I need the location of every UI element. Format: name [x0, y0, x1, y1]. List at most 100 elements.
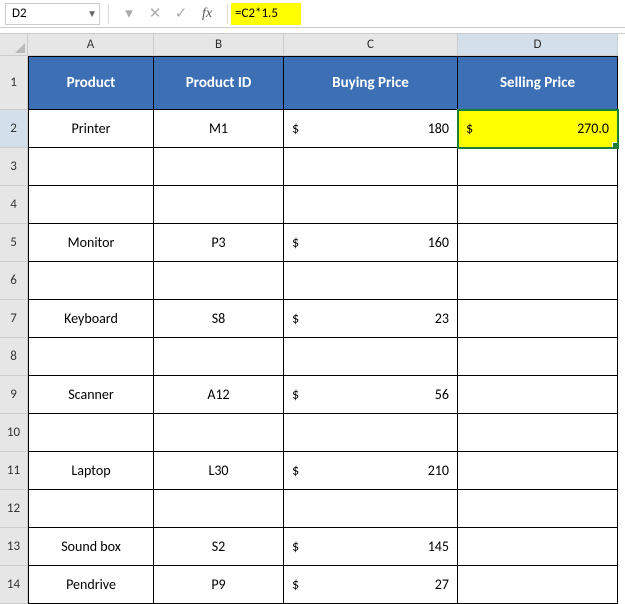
column-headers: A B C D	[28, 34, 618, 56]
row-header-6[interactable]: 6	[0, 262, 28, 300]
chevron-down-icon[interactable]: ▼	[87, 7, 97, 20]
cell-A4[interactable]	[28, 186, 154, 224]
row-header-11[interactable]: 11	[0, 452, 28, 490]
money-value: $23	[292, 310, 449, 327]
cell-B6[interactable]	[154, 262, 284, 300]
cell-B13[interactable]: S2	[154, 528, 284, 566]
cell-A3[interactable]	[28, 148, 154, 186]
cell-D3[interactable]	[458, 148, 618, 186]
col-header-C[interactable]: C	[284, 34, 458, 56]
cell-D2[interactable]: $270.0	[458, 110, 618, 148]
money-value: $210	[292, 462, 449, 479]
money-value: $160	[292, 234, 449, 251]
row-header-4[interactable]: 4	[0, 186, 28, 224]
cancel-icon[interactable]: ✕	[146, 4, 164, 23]
money-value: $270.0	[466, 120, 609, 137]
cell-D9[interactable]	[458, 376, 618, 414]
cell-D4[interactable]	[458, 186, 618, 224]
cell-A11[interactable]: Laptop	[28, 452, 154, 490]
row-header-3[interactable]: 3	[0, 148, 28, 186]
cell-C11[interactable]: $210	[284, 452, 458, 490]
row-headers: 1 234567891011121314	[0, 56, 28, 604]
cell-C8[interactable]	[284, 338, 458, 376]
cell-D14[interactable]	[458, 566, 618, 604]
cell-A5[interactable]: Monitor	[28, 224, 154, 262]
cell-D10[interactable]	[458, 414, 618, 452]
cell-A7[interactable]: Keyboard	[28, 300, 154, 338]
cell-D11[interactable]	[458, 452, 618, 490]
cell-B9[interactable]: A12	[154, 376, 284, 414]
cell-C12[interactable]	[284, 490, 458, 528]
cells-area: Product Product ID Buying Price Selling …	[28, 56, 618, 604]
cell-C14[interactable]: $27	[284, 566, 458, 604]
cell-A14[interactable]: Pendrive	[28, 566, 154, 604]
cell-B1[interactable]: Product ID	[154, 56, 284, 110]
header-label: Product	[67, 74, 116, 92]
cell-C9[interactable]: $56	[284, 376, 458, 414]
header-label: Buying Price	[332, 74, 409, 92]
cell-B2[interactable]: M1	[154, 110, 284, 148]
formula-bar-icons: ▾ ✕ ✓ fx	[112, 4, 224, 23]
row-header-2[interactable]: 2	[0, 110, 28, 148]
row-header-12[interactable]: 12	[0, 490, 28, 528]
table-row: ScannerA12$56	[28, 376, 618, 414]
col-header-D[interactable]: D	[458, 34, 618, 56]
table-row	[28, 338, 618, 376]
cell-A12[interactable]	[28, 490, 154, 528]
cell-A10[interactable]	[28, 414, 154, 452]
cell-D7[interactable]	[458, 300, 618, 338]
row-header-13[interactable]: 13	[0, 528, 28, 566]
cell-B11[interactable]: L30	[154, 452, 284, 490]
header-row: Product Product ID Buying Price Selling …	[28, 56, 618, 110]
formula-text: =C2*1.5	[235, 6, 278, 21]
chevron-down-icon[interactable]: ▾	[120, 4, 138, 23]
fx-icon[interactable]: fx	[198, 6, 216, 22]
cell-C10[interactable]	[284, 414, 458, 452]
table-row: PendriveP9$27	[28, 566, 618, 604]
cell-D1[interactable]: Selling Price	[458, 56, 618, 110]
cell-B4[interactable]	[154, 186, 284, 224]
table-row: MonitorP3 $160	[28, 224, 618, 262]
cell-C7[interactable]: $23	[284, 300, 458, 338]
formula-input[interactable]: =C2*1.5	[231, 3, 301, 25]
cell-C4[interactable]	[284, 186, 458, 224]
cell-D13[interactable]	[458, 528, 618, 566]
cell-D6[interactable]	[458, 262, 618, 300]
row-header-14[interactable]: 14	[0, 566, 28, 604]
col-header-B[interactable]: B	[154, 34, 284, 56]
cell-B12[interactable]	[154, 490, 284, 528]
select-all-corner[interactable]	[0, 34, 28, 56]
cell-C13[interactable]: $145	[284, 528, 458, 566]
cell-A6[interactable]	[28, 262, 154, 300]
cell-A13[interactable]: Sound box	[28, 528, 154, 566]
cell-D8[interactable]	[458, 338, 618, 376]
row-header-7[interactable]: 7	[0, 300, 28, 338]
cell-D12[interactable]	[458, 490, 618, 528]
cell-B5[interactable]: P3	[154, 224, 284, 262]
cell-A8[interactable]	[28, 338, 154, 376]
cell-C2[interactable]: $180	[284, 110, 458, 148]
cell-C5[interactable]: $160	[284, 224, 458, 262]
col-header-A[interactable]: A	[28, 34, 154, 56]
cell-A2[interactable]: Printer	[28, 110, 154, 148]
cell-C3[interactable]	[284, 148, 458, 186]
row-header-10[interactable]: 10	[0, 414, 28, 452]
cell-C6[interactable]	[284, 262, 458, 300]
cell-B7[interactable]: S8	[154, 300, 284, 338]
cell-B3[interactable]	[154, 148, 284, 186]
name-box[interactable]: D2 ▼	[5, 3, 100, 25]
divider	[108, 4, 109, 24]
cell-B14[interactable]: P9	[154, 566, 284, 604]
cell-B10[interactable]	[154, 414, 284, 452]
cell-B8[interactable]	[154, 338, 284, 376]
cell-D5[interactable]	[458, 224, 618, 262]
cell-A1[interactable]: Product	[28, 56, 154, 110]
row-header-8[interactable]: 8	[0, 338, 28, 376]
row-header-9[interactable]: 9	[0, 376, 28, 414]
cell-C1[interactable]: Buying Price	[284, 56, 458, 110]
row-header-5[interactable]: 5	[0, 224, 28, 262]
cell-A9[interactable]: Scanner	[28, 376, 154, 414]
row-header-1[interactable]: 1	[0, 56, 28, 110]
table-row: LaptopL30 $210	[28, 452, 618, 490]
check-icon[interactable]: ✓	[172, 4, 190, 23]
